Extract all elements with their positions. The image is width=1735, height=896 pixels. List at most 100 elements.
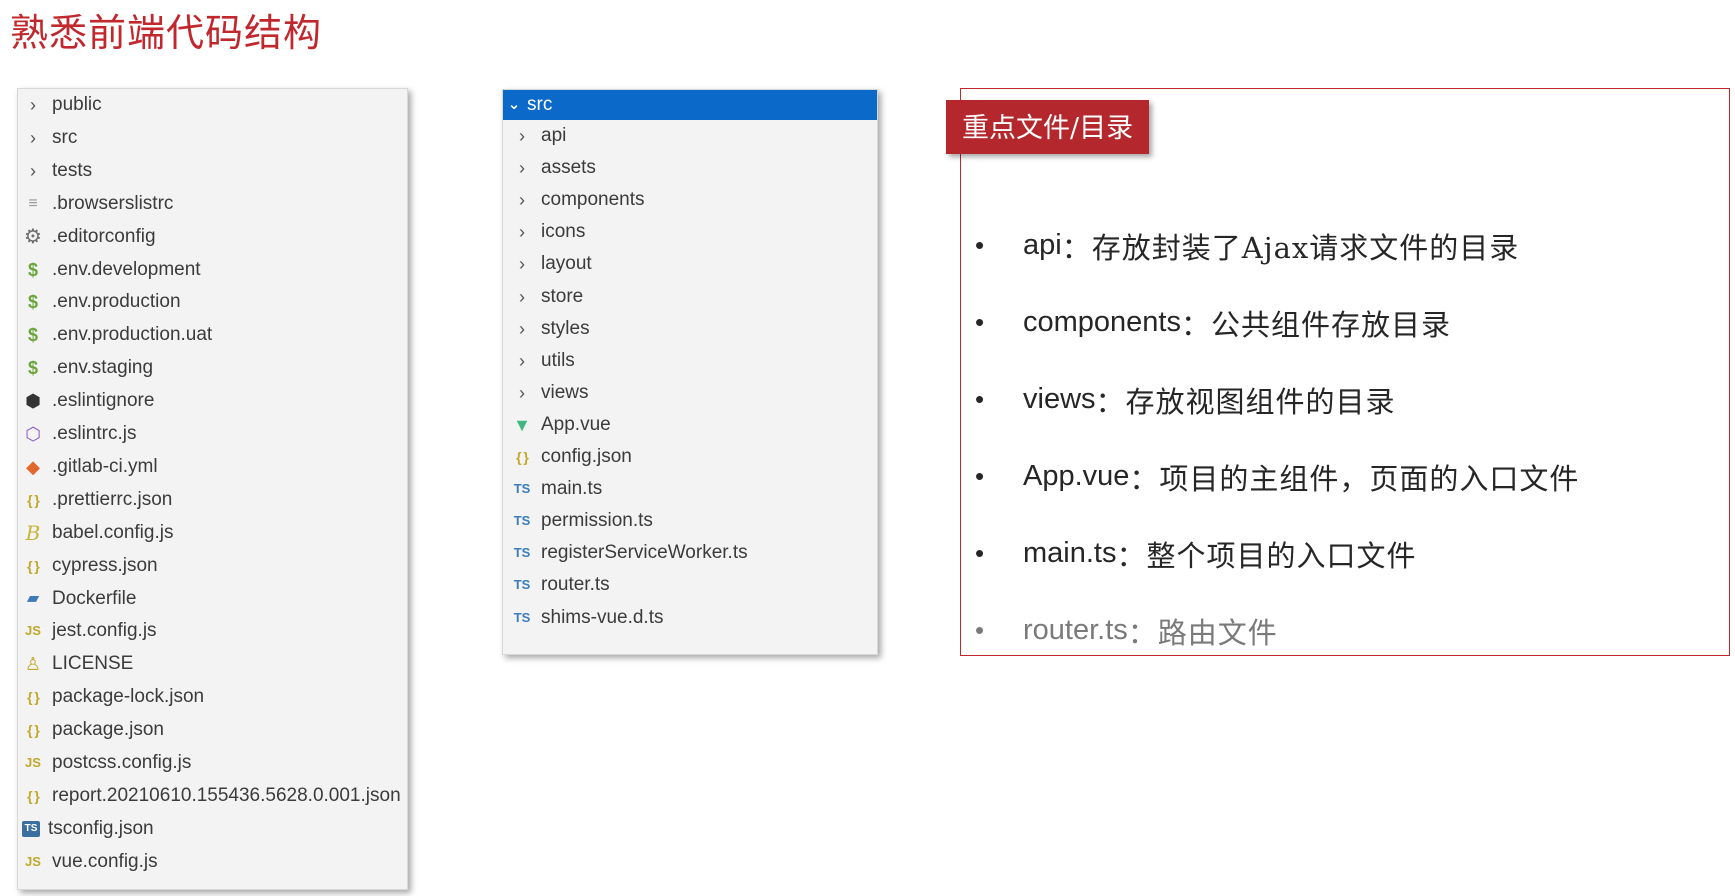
file-tree-item[interactable]: { } .prettierrc.json bbox=[18, 484, 407, 516]
bullet-icon: • bbox=[975, 384, 985, 414]
file-tree-item[interactable]: JS jest.config.js bbox=[18, 615, 407, 647]
file-tree-item-label: main.ts bbox=[541, 478, 603, 500]
key-files-tag: 重点文件/目录 bbox=[946, 100, 1150, 154]
json-icon: { } bbox=[27, 787, 40, 804]
file-tree-item[interactable]: › src bbox=[18, 122, 407, 154]
key-file-bullet: • router.ts ：路由文件 bbox=[961, 592, 1579, 669]
file-tree-item-label: .browserslistrc bbox=[52, 192, 174, 214]
file-tree-item-label: .eslintignore bbox=[52, 390, 155, 412]
key-file-name: main.ts bbox=[1023, 537, 1117, 569]
file-tree-item[interactable]: ◆ .gitlab-ci.yml bbox=[18, 451, 407, 483]
ts-icon: TS bbox=[513, 577, 531, 593]
file-tree-item[interactable]: $ .env.development bbox=[18, 254, 407, 286]
src-folder-label: src bbox=[527, 94, 553, 115]
file-tree-item-label: store bbox=[541, 285, 584, 307]
file-tree-item[interactable]: ♙ LICENSE bbox=[18, 648, 407, 680]
file-tree-item[interactable]: $ .env.staging bbox=[18, 352, 407, 384]
file-tree-item[interactable]: ⬢ .eslintignore bbox=[18, 385, 407, 417]
json-icon: { } bbox=[27, 689, 40, 706]
file-tree-item[interactable]: ⬡ .eslintrc.js bbox=[18, 418, 407, 450]
file-tree-item[interactable]: ⚙ .editorconfig bbox=[18, 221, 407, 253]
key-file-name: App.vue bbox=[1023, 460, 1130, 492]
file-tree-item[interactable]: › assets bbox=[503, 152, 877, 184]
file-tree-item-label: App.vue bbox=[541, 413, 611, 435]
file-tree-item[interactable]: TS main.ts bbox=[503, 473, 877, 505]
file-tree-item-label: components bbox=[541, 189, 645, 211]
bullet-icon: • bbox=[975, 538, 985, 568]
key-file-description: ：公共组件存放目录 bbox=[1181, 307, 1452, 342]
file-tree-item[interactable]: › store bbox=[503, 281, 877, 313]
file-tree-item[interactable]: TS permission.ts bbox=[503, 505, 877, 537]
json-icon: { } bbox=[27, 557, 40, 574]
gear-icon: ⚙ bbox=[24, 225, 42, 248]
file-tree-item[interactable]: ▰ Dockerfile bbox=[18, 583, 407, 615]
file-tree-item[interactable]: TS registerServiceWorker.ts bbox=[503, 537, 877, 569]
file-tree-item[interactable]: › styles bbox=[503, 313, 877, 345]
bullet-icon: • bbox=[975, 461, 985, 491]
file-tree-item[interactable]: › utils bbox=[503, 345, 877, 377]
key-file-bullet: • components ：公共组件存放目录 bbox=[961, 284, 1579, 361]
file-tree-item[interactable]: › tests bbox=[18, 155, 407, 187]
file-tree-item-label: router.ts bbox=[541, 574, 610, 596]
file-tree-item-label: api bbox=[541, 125, 567, 146]
slide-title: 熟悉前端代码结构 bbox=[10, 11, 323, 55]
file-tree-item[interactable]: TS shims-vue.d.ts bbox=[503, 602, 877, 634]
json-icon: { } bbox=[27, 722, 40, 739]
src-folder-header[interactable]: ⌄ src bbox=[503, 90, 877, 120]
file-tree-item[interactable]: › icons bbox=[503, 216, 877, 248]
file-tree-item-label: .prettierrc.json bbox=[52, 488, 173, 510]
chevron-down-icon: ⌄ bbox=[507, 96, 521, 113]
src-folder-explorer: ⌄ src › api › assets › components › icons › layou… bbox=[502, 89, 878, 655]
key-file-bullet: • api ：存放封装了Ajax请求文件的目录 bbox=[961, 207, 1579, 284]
file-tree-item[interactable]: ≡ .browserslistrc bbox=[18, 188, 407, 220]
key-file-description: ：路由文件 bbox=[1127, 615, 1278, 650]
file-tree-item[interactable]: TS tsconfig.json bbox=[18, 813, 407, 845]
file-tree-item-label: tsconfig.json bbox=[48, 817, 154, 839]
file-tree-item-label: .eslintrc.js bbox=[52, 423, 137, 444]
file-tree-item[interactable]: › views bbox=[503, 377, 877, 409]
file-tree-item-label: assets bbox=[541, 157, 596, 179]
file-tree-item[interactable]: { } cypress.json bbox=[18, 550, 407, 582]
file-tree-item[interactable]: › components bbox=[503, 184, 877, 216]
json-icon: { } bbox=[516, 449, 529, 465]
project-root-explorer: › public › src › tests ≡ .browserslistrc ⚙ .edito… bbox=[17, 88, 408, 890]
file-tree-item[interactable]: JS postcss.config.js bbox=[18, 747, 407, 779]
file-tree-item-label: config.json bbox=[541, 446, 632, 467]
file-tree-item[interactable]: ▼ App.vue bbox=[503, 409, 877, 441]
file-tree-item-label: .gitlab-ci.yml bbox=[52, 455, 158, 477]
text-file-icon: ≡ bbox=[28, 194, 38, 212]
chevron-right-icon: › bbox=[519, 350, 525, 371]
file-tree-item-label: .env.development bbox=[52, 258, 201, 280]
key-file-bullet: • main.ts ：整个项目的入口文件 bbox=[961, 515, 1579, 592]
key-file-description: ：存放视图组件的目录 bbox=[1095, 384, 1396, 419]
file-tree-item[interactable]: { } package-lock.json bbox=[18, 681, 407, 713]
file-tree-item[interactable]: { } package.json bbox=[18, 714, 407, 746]
file-tree-item[interactable]: › public bbox=[18, 89, 407, 121]
file-tree-item-label: .env.production.uat bbox=[52, 324, 213, 346]
file-tree-item-label: postcss.config.js bbox=[52, 752, 192, 773]
file-tree-item-label: cypress.json bbox=[52, 554, 158, 576]
file-tree-item-label: vue.config.js bbox=[52, 850, 158, 872]
file-tree-item[interactable]: TS router.ts bbox=[503, 569, 877, 601]
chevron-right-icon: › bbox=[519, 126, 525, 146]
file-tree-item[interactable]: { } report.20210610.155436.5628.0.001.jso… bbox=[18, 780, 407, 812]
chevron-right-icon: › bbox=[30, 160, 36, 181]
chevron-right-icon: › bbox=[519, 318, 525, 339]
ts-icon: TS bbox=[513, 481, 531, 497]
dollar-icon: $ bbox=[27, 259, 38, 280]
babel-icon: B bbox=[25, 520, 41, 545]
file-tree-item[interactable]: JS vue.config.js bbox=[18, 846, 407, 878]
file-tree-item[interactable]: › api bbox=[503, 120, 877, 152]
file-tree-item-label: .env.production bbox=[52, 291, 181, 313]
gitlab-icon: ◆ bbox=[26, 456, 40, 477]
file-tree-item-label: package-lock.json bbox=[52, 686, 205, 708]
file-tree-item-label: report.20210610.155436.5628.0.001.json bbox=[52, 784, 401, 806]
chevron-right-icon: › bbox=[30, 95, 36, 115]
file-tree-item[interactable]: $ .env.production bbox=[18, 286, 407, 318]
chevron-right-icon: › bbox=[519, 254, 525, 275]
file-tree-item[interactable]: Bbabel.config.js bbox=[18, 517, 407, 549]
file-tree-item[interactable]: › layout bbox=[503, 248, 877, 280]
file-tree-item[interactable]: { } config.json bbox=[503, 441, 877, 473]
vue-icon: ▼ bbox=[513, 414, 531, 435]
file-tree-item[interactable]: $ .env.production.uat bbox=[18, 319, 407, 351]
